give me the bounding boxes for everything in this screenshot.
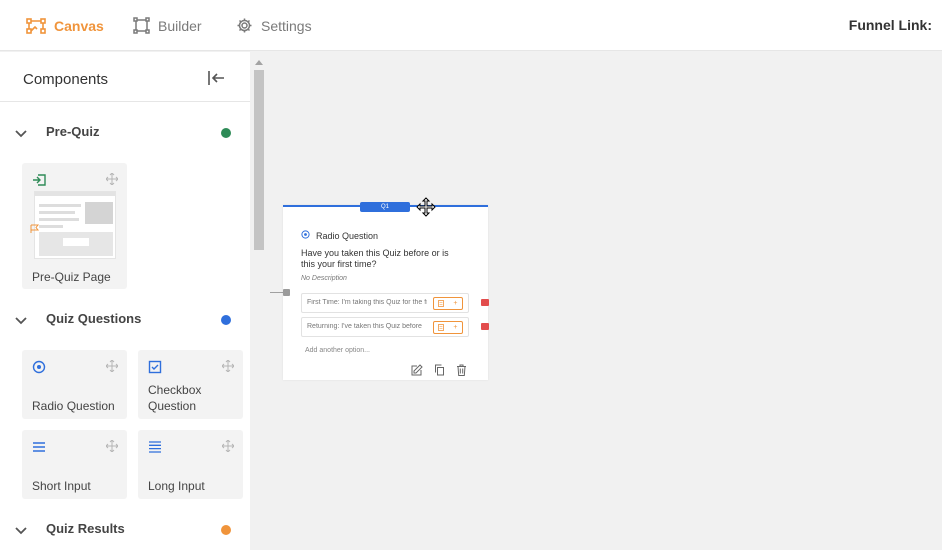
section-quiz-questions[interactable]: Quiz Questions	[0, 305, 250, 335]
component-label: Checkbox Question	[148, 383, 202, 413]
score-icon	[438, 300, 445, 307]
section-status-dot	[221, 525, 231, 535]
section-pre-quiz[interactable]: Pre-Quiz	[0, 118, 250, 148]
short-input-icon	[32, 440, 46, 458]
checkbox-icon	[148, 360, 162, 379]
score-plus: +	[453, 324, 458, 331]
component-pre-quiz-page[interactable]: Pre-Quiz Page	[22, 163, 127, 289]
builder-icon	[133, 17, 150, 34]
output-port[interactable]	[481, 299, 489, 306]
answer-option-text[interactable]: First Time: I'm taking this Quiz for the…	[307, 299, 427, 306]
question-node[interactable]: Q1 Radio Question Have you taken this Qu…	[283, 202, 489, 381]
score-icon	[438, 324, 445, 331]
edit-icon[interactable]	[411, 363, 423, 381]
chevron-down-icon	[14, 313, 28, 331]
component-long-input[interactable]: Long Input	[138, 430, 243, 499]
component-radio-question[interactable]: Radio Question	[22, 350, 127, 419]
sidebar-header: Components	[0, 52, 250, 102]
score-button[interactable]: +	[433, 297, 463, 310]
tab-canvas-label: Canvas	[54, 17, 104, 34]
components-sidebar: Components Pre-Quiz Pre-Quiz Page Quiz Q…	[0, 52, 250, 550]
component-label: Long Input	[148, 479, 205, 493]
component-label: Short Input	[32, 479, 91, 493]
gear-icon	[236, 17, 253, 34]
move-handle-icon[interactable]	[105, 439, 119, 457]
top-navigation: Canvas Builder Settings Funnel Link:	[0, 0, 942, 51]
chevron-down-icon	[14, 523, 28, 541]
output-port[interactable]	[481, 323, 489, 330]
tab-builder[interactable]: Builder	[133, 0, 202, 51]
tab-canvas[interactable]: Canvas	[26, 0, 104, 51]
trash-icon[interactable]	[456, 363, 467, 381]
component-checkbox-question[interactable]: Checkbox Question	[138, 350, 243, 419]
section-label: Quiz Questions	[46, 311, 142, 326]
radio-icon	[301, 230, 310, 241]
answer-option[interactable]: First Time: I'm taking this Quiz for the…	[301, 293, 469, 313]
move-handle-icon[interactable]	[221, 359, 235, 377]
funnel-link-label: Funnel Link:	[848, 17, 932, 33]
move-handle-icon[interactable]	[221, 439, 235, 457]
page-thumbnail	[34, 191, 116, 259]
scroll-up-arrow-icon[interactable]	[255, 60, 263, 65]
add-option-input[interactable]: Add another option...	[305, 347, 370, 354]
question-number-badge: Q1	[360, 202, 410, 212]
question-type: Radio Question	[301, 230, 378, 241]
copy-icon[interactable]	[434, 363, 445, 381]
component-label: Pre-Quiz Page	[32, 270, 111, 284]
scrollbar-thumb[interactable]	[254, 70, 264, 250]
section-label: Pre-Quiz	[46, 124, 100, 139]
canvas-icon	[26, 17, 46, 34]
tab-settings[interactable]: Settings	[236, 0, 312, 51]
input-connector-line	[270, 292, 284, 293]
move-handle-icon[interactable]	[105, 172, 119, 190]
move-cursor-icon	[415, 197, 437, 224]
answer-option-text[interactable]: Returning: I've taken this Quiz before	[307, 323, 427, 330]
node-actions	[411, 363, 467, 381]
tab-builder-label: Builder	[158, 17, 202, 34]
radio-icon	[32, 360, 46, 379]
long-input-icon	[148, 440, 162, 458]
question-text[interactable]: Have you taken this Quiz before or is th…	[301, 248, 461, 270]
section-quiz-results[interactable]: Quiz Results	[0, 515, 250, 545]
component-label: Radio Question	[32, 399, 115, 413]
tab-settings-label: Settings	[261, 17, 312, 34]
move-handle-icon[interactable]	[105, 359, 119, 377]
score-plus: +	[453, 300, 458, 307]
answer-option[interactable]: Returning: I've taken this Quiz before +	[301, 317, 469, 337]
flag-icon	[30, 221, 40, 239]
section-status-dot	[221, 315, 231, 325]
section-status-dot	[221, 128, 231, 138]
question-type-label: Radio Question	[316, 230, 379, 241]
collapse-sidebar-icon[interactable]	[208, 71, 226, 90]
sidebar-scrollbar[interactable]	[252, 58, 266, 550]
section-label: Quiz Results	[46, 521, 125, 536]
chevron-down-icon	[14, 126, 28, 144]
component-short-input[interactable]: Short Input	[22, 430, 127, 499]
question-description[interactable]: No Description	[301, 275, 347, 282]
input-port[interactable]	[283, 289, 290, 296]
login-icon	[32, 173, 46, 191]
score-button[interactable]: +	[433, 321, 463, 334]
sidebar-title: Components	[23, 71, 109, 88]
